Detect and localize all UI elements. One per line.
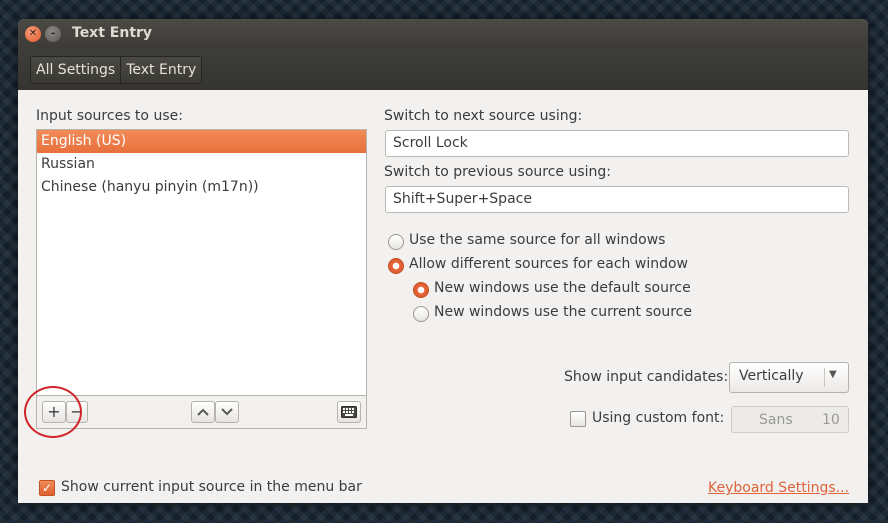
keyboard-settings-link[interactable]: Keyboard Settings...: [708, 480, 849, 496]
breadcrumb-all-settings[interactable]: All Settings: [31, 57, 121, 83]
dropdown-arrow-icon: ▼: [829, 369, 837, 380]
chevron-up-icon: [197, 408, 209, 416]
radio-same-source[interactable]: [388, 234, 404, 250]
font-chooser-button[interactable]: Sans 10: [731, 406, 849, 433]
radio-same-source-label[interactable]: Use the same source for all windows: [409, 232, 665, 248]
minimize-icon: –: [50, 28, 56, 39]
minimize-button[interactable]: –: [45, 26, 61, 42]
close-button[interactable]: ✕: [25, 26, 41, 42]
custom-font-label[interactable]: Using custom font:: [592, 410, 724, 426]
custom-font-checkbox[interactable]: [570, 411, 586, 427]
text-entry-window: ✕ – Text Entry All Settings Text Entry I…: [18, 19, 868, 503]
input-sources-heading: Input sources to use:: [36, 108, 183, 124]
next-source-shortcut-field[interactable]: Scroll Lock: [385, 130, 849, 157]
content-area: Input sources to use: English (US) Russi…: [18, 90, 868, 503]
font-name: Sans: [759, 412, 793, 428]
chevron-down-icon: [221, 408, 233, 416]
list-item-russian[interactable]: Russian: [37, 153, 366, 176]
next-source-label: Switch to next source using:: [384, 108, 583, 124]
select-divider: [824, 368, 825, 387]
radio-default-source-label[interactable]: New windows use the default source: [434, 280, 691, 296]
close-icon: ✕: [28, 28, 38, 39]
show-source-menubar-checkbox[interactable]: ✓: [39, 480, 55, 496]
radio-different-sources[interactable]: [388, 258, 404, 274]
radio-default-source[interactable]: [413, 282, 429, 298]
input-sources-toolbar: + −: [36, 395, 367, 429]
previous-source-shortcut-field[interactable]: Shift+Super+Space: [385, 186, 849, 213]
keyboard-icon: [341, 406, 357, 418]
move-down-button[interactable]: [215, 401, 239, 423]
breadcrumb-text-entry[interactable]: Text Entry: [120, 57, 202, 83]
annotation-circle: [24, 386, 82, 438]
list-item-english-us[interactable]: English (US): [37, 130, 366, 153]
font-size: 10: [822, 412, 840, 428]
show-source-menubar-label[interactable]: Show current input source in the menu ba…: [61, 479, 362, 495]
previous-source-label: Switch to previous source using:: [384, 164, 612, 180]
move-up-button[interactable]: [191, 401, 215, 423]
radio-current-source[interactable]: [413, 306, 429, 322]
breadcrumb: All Settings Text Entry: [30, 56, 203, 84]
window-title: Text Entry: [72, 25, 153, 41]
radio-different-sources-label[interactable]: Allow different sources for each window: [409, 256, 688, 272]
toolbar: All Settings Text Entry: [18, 49, 868, 90]
radio-current-source-label[interactable]: New windows use the current source: [434, 304, 692, 320]
title-bar: ✕ – Text Entry: [18, 19, 868, 49]
keyboard-layout-button[interactable]: [337, 401, 361, 423]
input-candidates-label: Show input candidates:: [564, 369, 729, 385]
input-sources-list: English (US) Russian Chinese (hanyu piny…: [36, 129, 367, 395]
input-candidates-select[interactable]: Vertically ▼: [729, 362, 849, 393]
check-icon: ✓: [41, 481, 53, 495]
input-candidates-value: Vertically: [739, 368, 804, 384]
list-item-chinese-pinyin[interactable]: Chinese (hanyu pinyin (m17n)): [37, 176, 366, 199]
